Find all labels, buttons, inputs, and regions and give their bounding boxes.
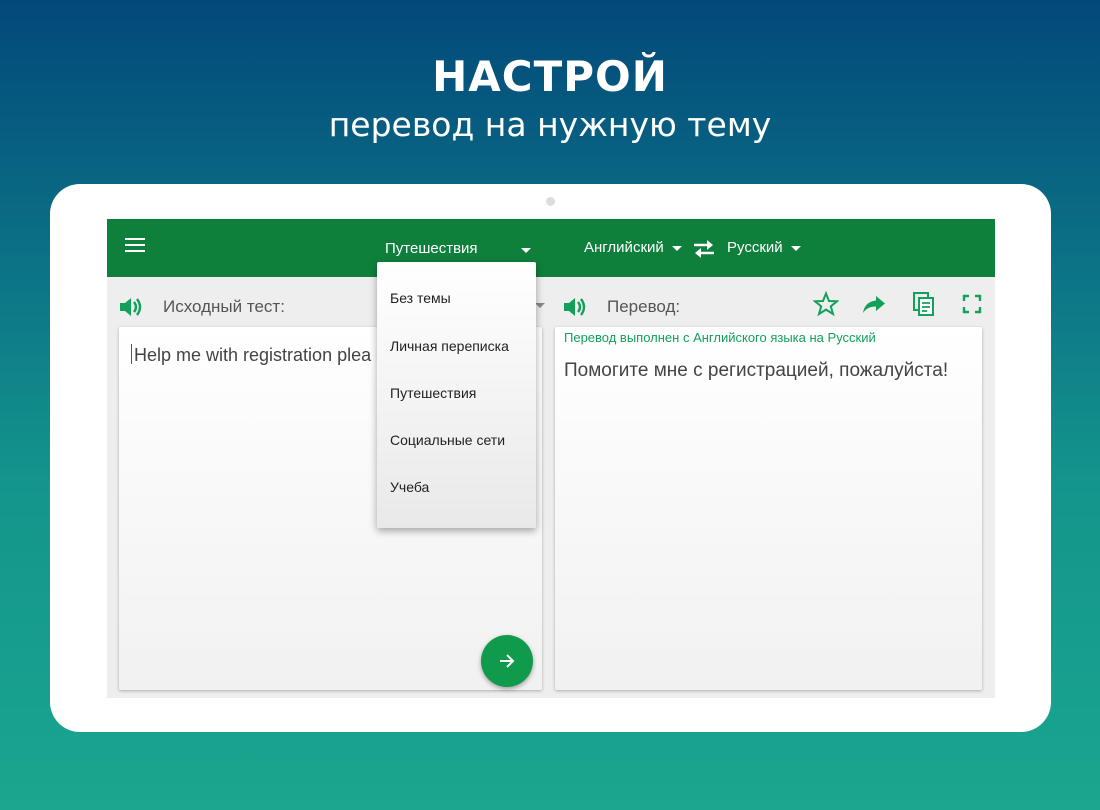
chevron-down-icon[interactable] [535,303,545,308]
topic-select-value: Путешествия [385,240,478,257]
app-toolbar: Путешествия Английский Русский [107,219,995,277]
chevron-down-icon [521,248,531,253]
translation-direction-note: Перевод выполнен с Английского языка на … [564,330,876,345]
translation-output: Помогите мне с регистрацией, пожалуйста! [564,360,949,381]
text-cursor [131,344,132,364]
topic-menu-item[interactable]: Путешествия [390,385,476,401]
promo-headline: НАСТРОЙ [432,52,668,101]
source-language-select[interactable]: Английский [584,239,682,256]
topic-menu-item[interactable]: Социальные сети [390,432,505,448]
camera-dot [546,197,555,206]
app-screen: Путешествия Английский Русский Исходный … [107,219,995,698]
share-icon[interactable] [861,291,887,317]
source-text-input[interactable]: Help me with registration plea [131,344,371,366]
target-pane-header: Перевод: [559,291,989,321]
topic-dropdown-menu: Без темы Личная переписка Путешествия Со… [377,262,536,528]
source-language-label: Английский [584,239,664,256]
star-icon[interactable] [813,291,839,317]
promo-subline: перевод на нужную тему [328,105,772,144]
chevron-down-icon [790,245,801,251]
source-pane-title: Исходный тест: [163,297,285,316]
source-text-value: Help me with registration plea [134,345,372,365]
topic-menu-item[interactable]: Личная переписка [390,338,509,354]
swap-icon[interactable] [691,236,717,262]
hamburger-icon[interactable] [125,238,145,256]
arrow-right-icon [500,654,515,668]
translation-card: Перевод выполнен с Английского языка на … [555,327,982,690]
topic-menu-item[interactable]: Учеба [390,479,429,495]
target-language-label: Русский [727,239,783,256]
chevron-down-icon [671,245,682,251]
speaker-icon[interactable] [561,293,589,321]
speaker-icon[interactable] [117,293,145,321]
topic-select[interactable]: Путешествия [385,237,535,261]
translate-button[interactable] [481,635,533,687]
target-language-select[interactable]: Русский [727,239,801,256]
topic-menu-item[interactable]: Без темы [390,290,451,306]
target-pane-title: Перевод: [607,297,681,316]
fullscreen-icon[interactable] [959,291,985,317]
copy-icon[interactable] [911,291,937,317]
